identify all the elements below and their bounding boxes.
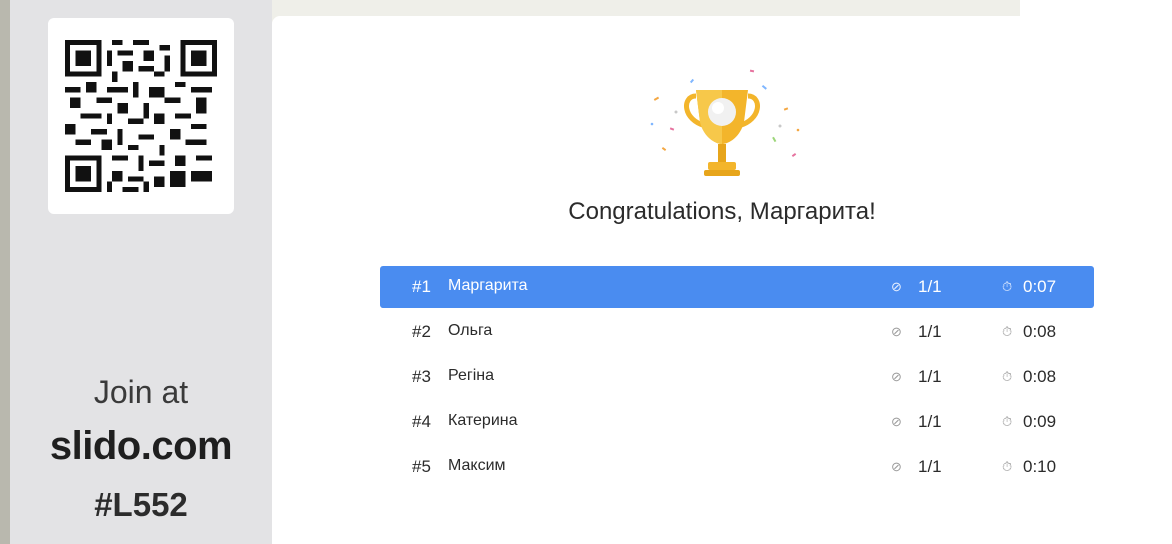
score: 1/1 [918,412,942,431]
leaderboard-row: #1 Маргарита ⊘ 1/1 ⏱ 0:07 [380,266,1094,308]
participant-name: Регіна [448,367,494,384]
rank: #2 [412,322,431,341]
time: 0:08 [1023,322,1057,341]
score: 1/1 [918,277,942,296]
check-circle-icon: ⊘ [891,279,902,294]
leaderboard-row: #3 Регіна ⊘ 1/1 ⏱ 0:08 [380,356,1094,398]
stopwatch-icon: ⏱ [1002,414,1013,429]
join-sidebar: Join at slido.com #L552 [10,0,272,544]
time: 0:08 [1023,367,1057,386]
join-at-label: Join at [93,374,189,410]
left-edge [0,0,10,544]
participant-name: Ольга [448,322,493,339]
score: 1/1 [918,367,942,386]
rank: #1 [412,277,431,296]
time: 0:07 [1023,277,1057,296]
join-site-url: slido.com [49,424,233,468]
rank: #5 [412,457,431,476]
leaderboard-row: #5 Максим ⊘ 1/1 ⏱ 0:10 [380,446,1094,488]
leaderboard-row: #2 Ольга ⊘ 1/1 ⏱ 0:08 [380,311,1094,353]
congratulations-message: Congratulations, Маргарита! [568,198,876,225]
stopwatch-icon: ⏱ [1002,459,1013,474]
stopwatch-icon: ⏱ [1002,279,1013,294]
rank: #4 [412,412,431,431]
qr-code-card [48,18,234,214]
leaderboard-row: #4 Катерина ⊘ 1/1 ⏱ 0:09 [380,401,1094,443]
participant-name: Максим [448,457,506,474]
check-circle-icon: ⊘ [891,369,902,384]
participant-name: Катерина [448,412,518,429]
results-panel: Congratulations, Маргарита! #1 Маргарита… [272,16,1172,544]
leaderboard: #1 Маргарита ⊘ 1/1 ⏱ 0:07 #2 Ольга ⊘ 1/1… [380,266,1094,491]
check-circle-icon: ⊘ [891,459,902,474]
event-code: #L552 [94,486,188,523]
score: 1/1 [918,457,942,476]
participant-name: Маргарита [448,277,528,294]
score: 1/1 [918,322,942,341]
trophy-icon [650,69,800,176]
check-circle-icon: ⊘ [891,414,902,429]
stopwatch-icon: ⏱ [1002,324,1013,339]
qr-code-icon [65,40,217,192]
rank: #3 [412,367,431,386]
check-circle-icon: ⊘ [891,324,902,339]
time: 0:10 [1023,457,1057,476]
stopwatch-icon: ⏱ [1002,369,1013,384]
time: 0:09 [1023,412,1057,431]
top-strip [1020,0,1172,16]
